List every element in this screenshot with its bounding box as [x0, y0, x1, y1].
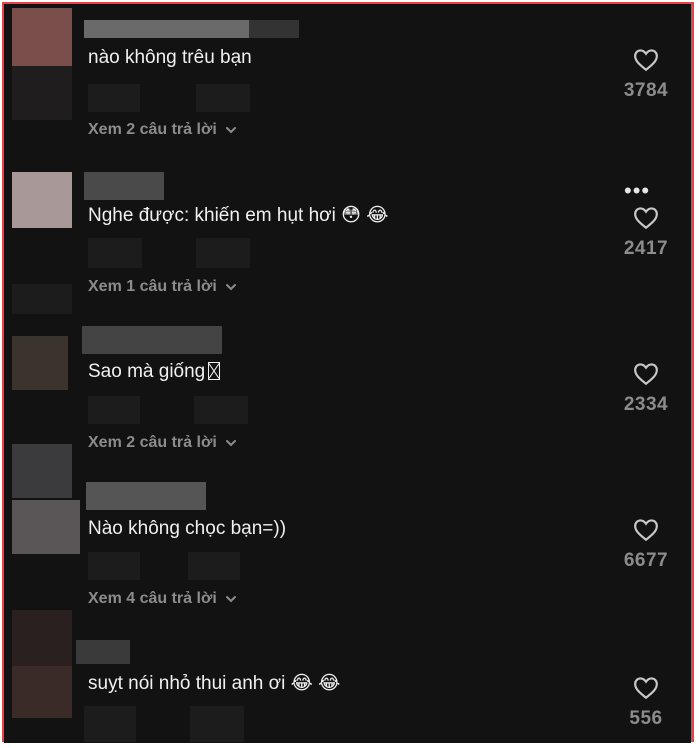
comment-text: nào không trêu bạn — [88, 47, 252, 68]
username-redacted — [84, 20, 249, 38]
like-count: 2334 — [623, 394, 669, 415]
flushed-emoji: 😳 — [341, 205, 361, 226]
heart-outline-icon — [634, 207, 658, 230]
comment-text: suỵt nói nhỏ thui anh ơi 😂 😂 — [88, 673, 341, 694]
comment-text: Nào không chọc bạn=)) — [88, 518, 287, 539]
view-replies-label: Xem 1 câu trả lời — [88, 278, 217, 295]
view-replies-label: Xem 2 câu trả lời — [88, 434, 217, 451]
view-replies-button[interactable]: Xem 4 câu trả lời — [88, 590, 237, 608]
username-redacted — [86, 482, 206, 510]
avatar[interactable] — [12, 666, 72, 724]
like-count: 6677 — [623, 550, 669, 571]
view-replies-label: Xem 2 câu trả lời — [88, 121, 217, 138]
missing-glyph-box — [208, 362, 221, 380]
view-replies-button[interactable]: Xem 1 câu trả lời — [88, 278, 237, 296]
comment-text: Nghe được: khiến em hụt hơi 😳 😂 — [88, 205, 389, 226]
more-options-button[interactable]: ••• — [624, 180, 650, 202]
like-button[interactable]: 6677 — [611, 518, 681, 572]
like-count: 3784 — [623, 80, 669, 101]
laughing-emoji: 😂 — [318, 673, 341, 694]
view-replies-button[interactable]: Xem 2 câu trả lời — [88, 121, 237, 139]
heart-outline-icon — [634, 363, 658, 386]
heart-outline-icon — [634, 49, 658, 72]
chevron-down-icon — [225, 127, 236, 134]
avatar[interactable] — [12, 172, 72, 230]
heart-outline-icon — [634, 677, 658, 700]
username-redacted — [82, 326, 222, 354]
like-button[interactable]: 3784 — [611, 48, 681, 102]
username-redacted — [84, 172, 164, 200]
view-replies-label: Xem 4 câu trả lời — [88, 590, 217, 607]
view-replies-button[interactable]: Xem 2 câu trả lời — [88, 434, 237, 452]
avatar[interactable] — [12, 336, 72, 394]
like-button[interactable]: 2334 — [611, 362, 681, 416]
comments-panel: nào không trêu bạn Xem 2 câu trả lời 378… — [4, 4, 691, 743]
laughing-emoji: 😂 — [290, 673, 313, 694]
avatar[interactable] — [12, 8, 72, 66]
chevron-down-icon — [225, 440, 236, 447]
heart-outline-icon — [634, 519, 658, 542]
chevron-down-icon — [225, 596, 236, 603]
like-button[interactable]: 556 — [611, 676, 681, 730]
like-count: 2417 — [623, 238, 669, 259]
like-count: 556 — [629, 708, 663, 729]
comment-text: Sao mà giống — [88, 360, 221, 384]
username-redacted — [76, 640, 130, 664]
chevron-down-icon — [225, 284, 236, 291]
laughing-emoji: 😂 — [366, 205, 389, 226]
avatar[interactable] — [12, 500, 80, 558]
like-button[interactable]: 2417 — [611, 206, 681, 260]
